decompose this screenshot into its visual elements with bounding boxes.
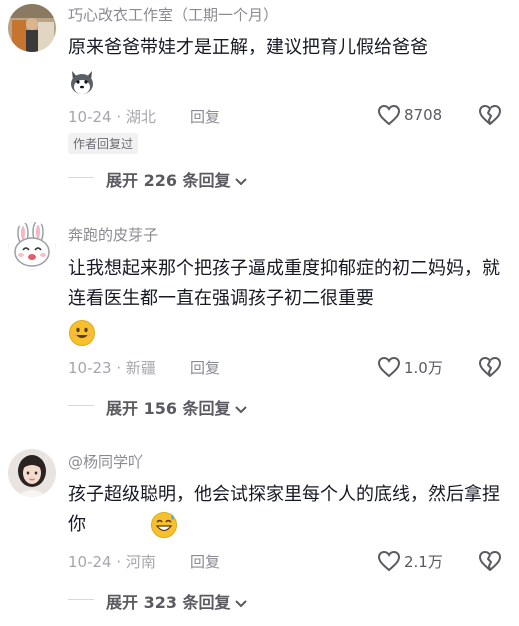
- username[interactable]: 巧心改衣工作室（工期一个月）: [68, 4, 278, 25]
- username[interactable]: @杨同学吖: [68, 451, 143, 472]
- divider: [68, 599, 94, 600]
- expand-replies-button[interactable]: 展开 226 条回复: [106, 167, 248, 191]
- divider: [68, 405, 94, 406]
- date-location: 10-24 · 河南: [68, 553, 156, 571]
- like-count: 8708: [404, 106, 443, 124]
- avatar[interactable]: [8, 222, 56, 270]
- date-location: 10-24 · 湖北: [68, 108, 156, 126]
- avatar[interactable]: [8, 449, 56, 497]
- comment-text: 让我想起来那个把孩子逼成重度抑郁症的初二妈妈，就连看医生都一直在强调孩子初二很重…: [68, 258, 500, 309]
- chevron-down-icon: [234, 177, 247, 185]
- broken-heart-icon[interactable]: [478, 550, 502, 572]
- username[interactable]: 奔跑的皮芽子: [68, 224, 158, 245]
- expand-replies-button[interactable]: 展开 323 条回复: [106, 589, 248, 613]
- comment-text: 孩子超级聪明，他会试探家里每个人的底线，然后拿捏你: [68, 484, 500, 535]
- avatar[interactable]: [8, 4, 56, 52]
- author-replied-badge: 作者回复过: [68, 133, 139, 154]
- expand-label: 展开 323 条回复: [106, 593, 231, 612]
- husky-face-emoji: [68, 68, 96, 96]
- expand-replies-button[interactable]: 展开 156 条回复: [106, 395, 248, 419]
- expand-label: 展开 156 条回复: [106, 399, 231, 418]
- heart-icon[interactable]: [377, 550, 401, 572]
- divider: [68, 177, 94, 178]
- chevron-down-icon: [234, 599, 247, 607]
- broken-heart-icon[interactable]: [478, 104, 502, 126]
- chevron-down-icon: [234, 405, 247, 413]
- heart-icon[interactable]: [377, 104, 401, 126]
- broken-heart-icon[interactable]: [478, 356, 502, 378]
- like-count: 1.0万: [404, 359, 443, 377]
- reply-button[interactable]: 回复: [190, 106, 220, 127]
- reply-button[interactable]: 回复: [190, 357, 220, 378]
- smile-face-emoji: [68, 319, 96, 347]
- date-location: 10-23 · 新疆: [68, 359, 156, 377]
- expand-label: 展开 226 条回复: [106, 171, 231, 190]
- like-count: 2.1万: [404, 553, 443, 571]
- reply-button[interactable]: 回复: [190, 551, 220, 572]
- heart-icon[interactable]: [377, 356, 401, 378]
- sweat-smile-emoji: [150, 511, 178, 539]
- comment-text: 原来爸爸带娃才是正解，建议把育儿假给爸爸: [68, 37, 428, 58]
